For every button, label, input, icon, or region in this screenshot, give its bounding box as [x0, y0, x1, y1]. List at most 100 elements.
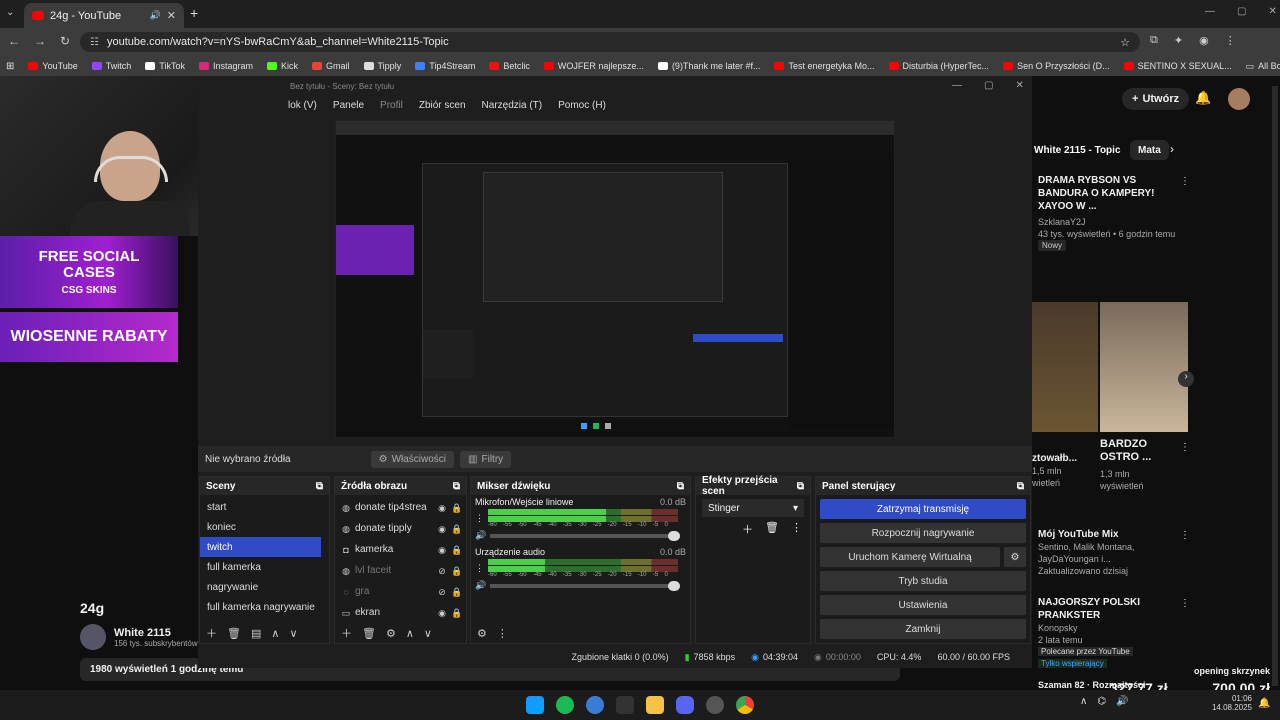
clock[interactable]: 01:06 14.08.2025	[1210, 694, 1252, 712]
chip-white2115[interactable]: White 2115 - Topic	[1030, 140, 1125, 160]
obs-minimize-icon[interactable]: —	[952, 80, 962, 91]
scrollbar[interactable]	[1272, 86, 1278, 686]
add-source-icon[interactable]: ＋	[341, 625, 352, 641]
bookmark-item[interactable]: Tip4Stream	[415, 61, 475, 71]
menu-item[interactable]: lok (V)	[288, 100, 317, 111]
channel-avatar[interactable]	[80, 624, 106, 650]
rec-thumbnail[interactable]	[1100, 302, 1188, 432]
start-recording-button[interactable]: Rozpocznij nagrywanie	[820, 523, 1026, 543]
move-up-icon[interactable]: ∧	[271, 627, 279, 640]
notification-bell-icon[interactable]: 🔔	[1258, 698, 1270, 709]
eye-icon[interactable]: ◉	[437, 608, 447, 618]
stop-streaming-button[interactable]: Zatrzymaj transmisję	[820, 499, 1026, 519]
eye-icon[interactable]: ◉	[437, 503, 447, 513]
tab-search-icon[interactable]: ⌄	[6, 7, 20, 21]
virtual-camera-settings-icon[interactable]: ⚙	[1004, 547, 1026, 567]
rec-card[interactable]: ztowałb... 1,5 mln wietleń	[1032, 452, 1092, 489]
menu-item[interactable]: Zbiór scen	[419, 100, 466, 111]
volume-icon[interactable]: 🔊	[475, 580, 486, 591]
forward-icon[interactable]: →	[34, 34, 46, 48]
menu-item[interactable]: Panele	[333, 100, 364, 111]
chip-mata[interactable]: Mata	[1130, 140, 1169, 160]
lock-icon[interactable]: 🔒	[451, 587, 462, 597]
more-icon[interactable]: ⋮	[1180, 442, 1190, 453]
file-explorer-icon[interactable]	[646, 696, 664, 714]
tray-chevron-icon[interactable]: ∧	[1080, 696, 1087, 707]
audio-settings-icon[interactable]: ⚙	[477, 627, 487, 640]
audio-icon[interactable]: 🔊	[150, 10, 161, 21]
minimize-icon[interactable]: —	[1205, 6, 1215, 17]
undock-icon[interactable]: ⧉	[797, 481, 804, 492]
properties-button[interactable]: ⚙ Właściwości	[370, 450, 455, 468]
bookmark-item[interactable]: Twitch	[91, 61, 131, 71]
extension-icon[interactable]: ⧉	[1150, 34, 1158, 47]
windows-start-icon[interactable]	[526, 696, 544, 714]
scene-item[interactable]: start	[200, 497, 321, 517]
move-up-icon[interactable]: ∧	[406, 627, 414, 640]
channel-name[interactable]: White 2115	[114, 627, 198, 639]
rec-card[interactable]: NAJGORSZY POLSKI PRANKSTER Konopsky 2 la…	[1038, 596, 1188, 669]
source-item[interactable]: ◍ lvl faceit ⊘ 🔒	[335, 560, 466, 581]
undock-icon[interactable]: ⧉	[1017, 481, 1024, 492]
browser-tab[interactable]: 24g - YouTube 🔊 ✕	[24, 3, 184, 28]
eye-hidden-icon[interactable]: ⊘	[437, 587, 447, 597]
menu-icon[interactable]: ⋮	[1225, 34, 1236, 47]
volume-tray-icon[interactable]: 🔊	[1116, 696, 1128, 707]
bookmark-item[interactable]: SENTINO X SEXUAL...	[1123, 61, 1232, 71]
obs-close-icon[interactable]: ✕	[1015, 80, 1023, 91]
source-item[interactable]: ▭ ekran ◉ 🔒	[335, 602, 466, 623]
menu-item[interactable]: Profil	[380, 100, 403, 111]
start-virtual-camera-button[interactable]: Uruchom Kamerę Wirtualną	[820, 547, 1000, 567]
profile-icon[interactable]: ◉	[1199, 34, 1209, 47]
reload-icon[interactable]: ↻	[60, 34, 70, 48]
volume-slider[interactable]	[490, 530, 681, 541]
bookmark-item[interactable]: Test energetyka Mo...	[774, 61, 875, 71]
lock-icon[interactable]: 🔒	[451, 545, 462, 555]
bookmark-star-icon[interactable]: ☆	[1120, 36, 1130, 49]
add-scene-icon[interactable]: ＋	[206, 625, 217, 641]
undock-icon[interactable]: ⧉	[453, 481, 460, 492]
eye-icon[interactable]: ◉	[437, 545, 447, 555]
back-icon[interactable]: ←	[8, 34, 20, 48]
discord-icon[interactable]	[676, 696, 694, 714]
more-icon[interactable]: ⋮	[1180, 530, 1190, 541]
source-item[interactable]: ◌ gra ⊘ 🔒	[335, 581, 466, 602]
epic-games-icon[interactable]	[616, 696, 634, 714]
bookmark-item[interactable]: Kick	[266, 61, 298, 71]
volume-icon[interactable]: 🔊	[475, 530, 486, 541]
rec-card[interactable]: Mój YouTube Mix Sentino, Malik Montana, …	[1038, 528, 1188, 577]
move-down-icon[interactable]: ∨	[289, 627, 297, 640]
studio-mode-button[interactable]: Tryb studia	[820, 571, 1026, 591]
spotify-icon[interactable]	[556, 696, 574, 714]
apps-icon[interactable]: ⊞	[6, 61, 14, 72]
all-bookmarks[interactable]: ▭All Bookmarks	[1246, 61, 1280, 72]
menu-item[interactable]: Pomoc (H)	[558, 100, 606, 111]
scene-item[interactable]: full kamerka	[200, 557, 321, 577]
source-item[interactable]: ◘ kamerka ◉ 🔒	[335, 539, 466, 560]
scene-item[interactable]: nagrywanie	[200, 577, 321, 597]
avatar[interactable]	[1228, 88, 1250, 110]
menu-item[interactable]: Narzędzia (T)	[482, 100, 543, 111]
move-down-icon[interactable]: ∨	[424, 627, 432, 640]
undock-icon[interactable]: ⧉	[677, 481, 684, 492]
new-tab-icon[interactable]: +	[190, 5, 198, 21]
lock-icon[interactable]: 🔒	[451, 566, 462, 576]
app-icon[interactable]	[586, 696, 604, 714]
scene-filters-icon[interactable]: ▤	[251, 627, 261, 640]
source-item[interactable]: ◍ donate tip4strea ◉ 🔒	[335, 497, 466, 518]
scene-item-selected[interactable]: twitch	[200, 537, 321, 557]
puzzle-icon[interactable]: ✦	[1174, 34, 1183, 47]
close-tab-icon[interactable]: ✕	[167, 9, 176, 22]
mixer-menu-icon[interactable]: ⋮	[497, 627, 508, 640]
exit-button[interactable]: Zamknij	[820, 619, 1026, 639]
chevron-right-icon[interactable]: ›	[1170, 142, 1174, 156]
bookmark-item[interactable]: Tipply	[363, 61, 401, 71]
more-icon[interactable]: ⋮	[1180, 598, 1190, 609]
address-bar[interactable]: ☷ youtube.com/watch?v=nYS-bwRaCmY&ab_cha…	[80, 32, 1140, 52]
network-icon[interactable]: ⌬	[1097, 696, 1106, 707]
scene-item[interactable]: koniec	[200, 517, 321, 537]
lock-icon[interactable]: 🔒	[451, 608, 462, 618]
bookmark-item[interactable]: Instagram	[198, 61, 253, 71]
eye-hidden-icon[interactable]: ⊘	[437, 566, 447, 576]
source-settings-icon[interactable]: ⚙	[386, 627, 396, 640]
